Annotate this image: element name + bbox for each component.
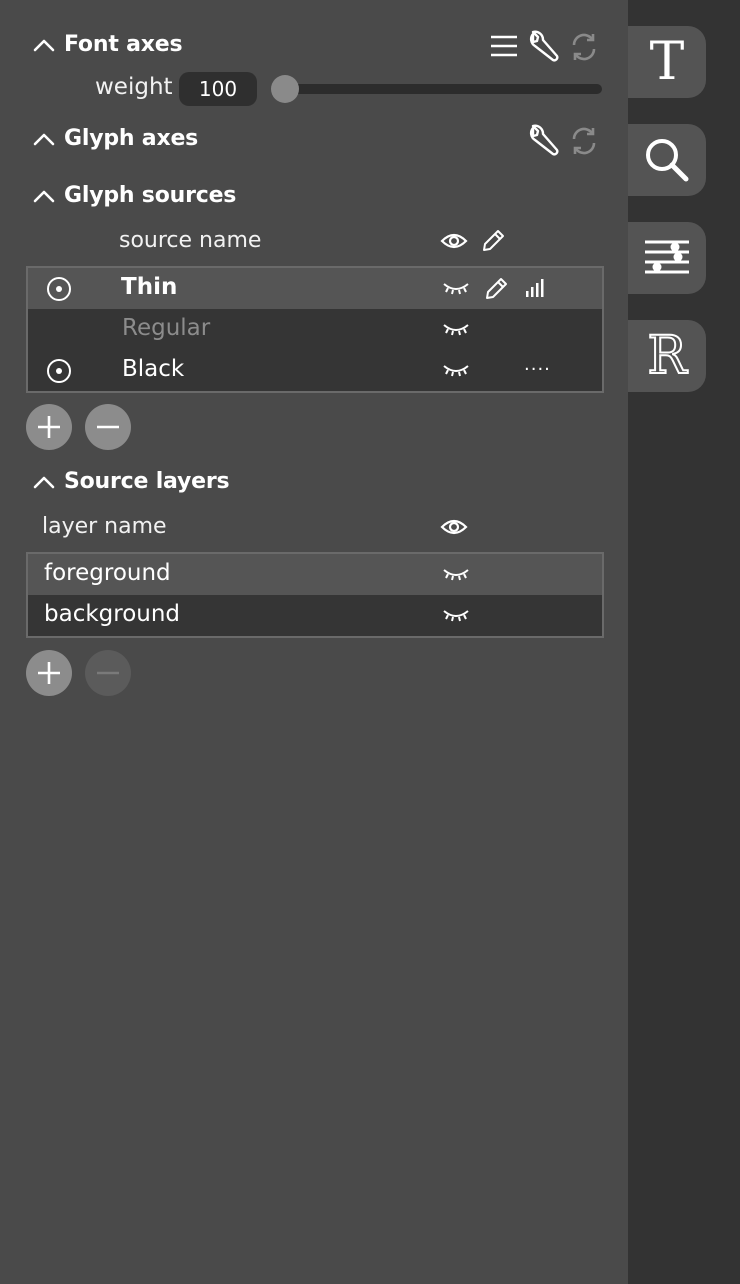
minus-icon	[97, 425, 119, 429]
refresh-icon[interactable]	[568, 31, 600, 63]
glyph-sources-title: Glyph sources	[64, 183, 237, 208]
layer-row-background[interactable]: background	[28, 595, 602, 636]
sidebar-tab-designspace[interactable]	[628, 222, 706, 294]
add-source-button[interactable]	[26, 404, 72, 450]
designspace-panel: Font axes weight 100 Glyph axes Glyph so…	[0, 0, 628, 1284]
glyph-axes-title: Glyph axes	[64, 126, 199, 151]
source-name: Black	[122, 356, 185, 382]
add-layer-button[interactable]	[26, 650, 72, 696]
refresh-icon[interactable]	[568, 125, 600, 157]
plus-icon	[38, 416, 60, 438]
source-row-regular[interactable]: Regular	[28, 309, 602, 350]
plus-icon	[38, 662, 60, 684]
source-name: Thin	[121, 274, 178, 300]
sliders-icon	[645, 240, 689, 274]
font-axes-title: Font axes	[64, 32, 183, 57]
menu-icon[interactable]	[489, 32, 519, 60]
reference-R-icon: R	[646, 326, 687, 386]
glyph-sources-header[interactable]: Glyph sources	[32, 183, 236, 208]
sidebar-tab-search[interactable]	[628, 124, 706, 196]
chevron-up-icon[interactable]	[32, 186, 58, 206]
chevron-up-icon[interactable]	[32, 129, 58, 149]
source-layers-header[interactable]: Source layers	[32, 469, 230, 494]
radio-selected-icon[interactable]	[46, 358, 72, 384]
source-status-text: ....	[524, 354, 551, 375]
glyph-axes-header[interactable]: Glyph axes	[32, 126, 198, 151]
text-T-icon: T	[649, 32, 685, 92]
eye-closed-icon[interactable]	[442, 362, 470, 378]
eye-closed-icon[interactable]	[442, 321, 470, 337]
source-name-column-header: source name	[119, 228, 262, 253]
source-row-black[interactable]: Black ....	[28, 350, 602, 391]
layer-row-foreground[interactable]: foreground	[28, 554, 602, 595]
source-name: Regular	[122, 315, 211, 341]
axis-slider-track[interactable]	[284, 84, 602, 94]
eye-closed-icon[interactable]	[442, 280, 470, 296]
wrench-icon[interactable]	[527, 124, 561, 158]
remove-source-button[interactable]	[85, 404, 131, 450]
remove-layer-button[interactable]	[85, 650, 131, 696]
layer-name: foreground	[44, 560, 171, 586]
source-layers-list[interactable]: foreground background	[26, 552, 604, 638]
layer-name: background	[44, 601, 181, 627]
axis-slider-thumb[interactable]	[271, 75, 299, 103]
chevron-up-icon[interactable]	[32, 35, 58, 55]
glyph-sources-list[interactable]: Thin Regular Black ....	[26, 266, 604, 393]
sidebar-tab-reference[interactable]: R	[628, 320, 706, 392]
eye-icon[interactable]	[440, 516, 468, 538]
layer-name-column-header: layer name	[42, 514, 167, 539]
axis-value-input[interactable]: 100	[179, 72, 257, 106]
wrench-icon[interactable]	[527, 30, 561, 64]
eye-icon[interactable]	[440, 230, 468, 252]
minus-icon	[97, 671, 119, 675]
eye-closed-icon[interactable]	[442, 566, 470, 582]
chevron-up-icon[interactable]	[32, 472, 58, 492]
eye-closed-icon[interactable]	[442, 607, 470, 623]
search-icon	[646, 139, 689, 182]
radio-selected-icon[interactable]	[46, 276, 72, 302]
signal-bars-icon	[526, 279, 544, 297]
axis-label-weight: weight	[95, 74, 173, 100]
pencil-icon[interactable]	[483, 276, 509, 302]
source-row-thin[interactable]: Thin	[28, 268, 602, 309]
sidebar-tab-text[interactable]: T	[628, 26, 706, 98]
source-layers-title: Source layers	[64, 469, 230, 494]
font-axes-header[interactable]: Font axes	[32, 32, 183, 57]
pencil-icon[interactable]	[480, 228, 506, 254]
